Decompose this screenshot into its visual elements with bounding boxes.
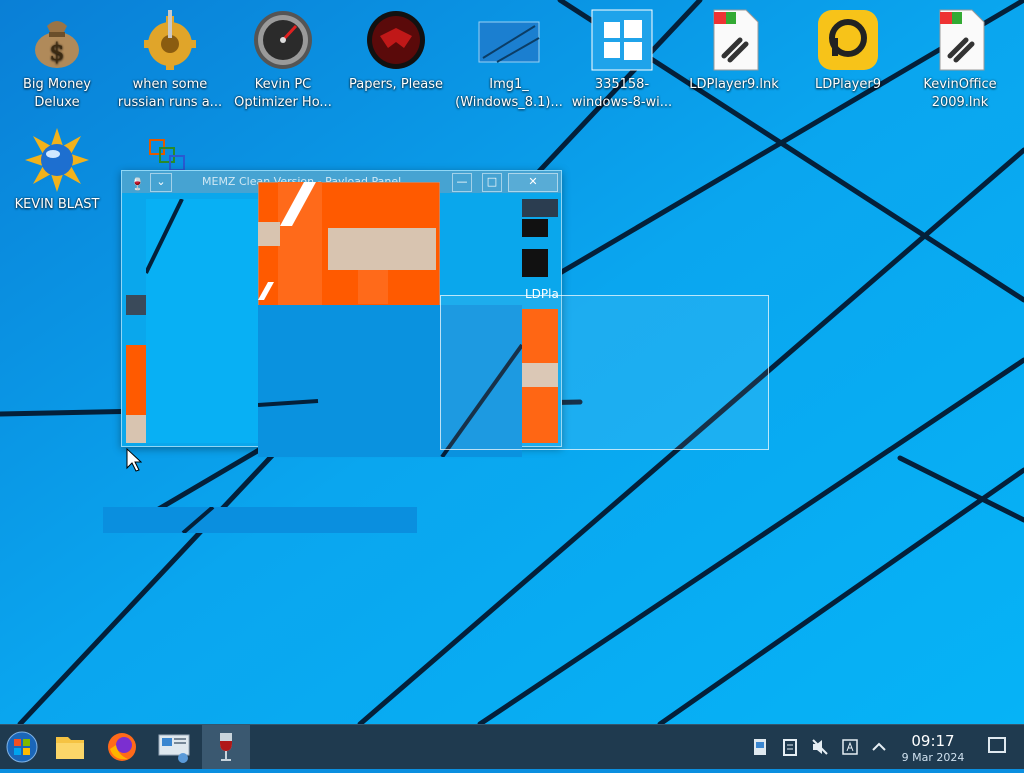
desktop-icon-papers-please[interactable]: Papers, Please: [340, 8, 452, 94]
clipboard-icon[interactable]: [780, 737, 800, 757]
emblem-icon: [364, 8, 428, 72]
partial-desktop-icon[interactable]: [148, 138, 188, 174]
tray-app-icon[interactable]: [750, 737, 770, 757]
desktop[interactable]: $ Big Money Deluxe when some russian run…: [0, 0, 1024, 724]
icon-label: russian runs a...: [117, 95, 223, 110]
remote-desktop-icon: [158, 734, 190, 763]
gear-icon: [138, 8, 202, 72]
ldplayer-icon: [816, 8, 880, 72]
wine-glass-icon: [220, 733, 232, 761]
window-menu-button[interactable]: ⌄: [150, 173, 172, 192]
windows-logo-icon: [590, 8, 654, 72]
desktop-icon-kevin-pc-optimizer[interactable]: Kevin PC Optimizer Ho...: [227, 8, 339, 112]
desktop-icon-russian-runs[interactable]: when some russian runs a...: [114, 8, 226, 112]
icon-label: KevinOffice: [923, 77, 997, 92]
shortcut-file-icon: [928, 8, 992, 72]
minimize-button[interactable]: —: [452, 173, 472, 192]
start-button[interactable]: [0, 725, 48, 769]
taskbar-firefox[interactable]: [98, 725, 146, 769]
desktop-icon-big-money-deluxe[interactable]: $ Big Money Deluxe: [1, 8, 113, 112]
icon-label: Papers, Please: [348, 77, 444, 92]
icon-label: LDPlayer9.lnk: [689, 77, 779, 92]
desktop-icon-ldplayer9-lnk[interactable]: LDPlayer9.lnk: [678, 8, 790, 94]
taskbar-file-explorer[interactable]: [46, 725, 94, 769]
taskbar-wine-app[interactable]: [202, 725, 250, 769]
keyboard-layout-icon[interactable]: [840, 737, 860, 757]
clock-time[interactable]: 09:17: [900, 732, 966, 750]
desktop-icon-kevinoffice[interactable]: KevinOffice 2009.lnk: [904, 8, 1016, 112]
firefox-icon: [108, 733, 136, 761]
maximize-button[interactable]: □: [482, 173, 502, 192]
icon-label: Optimizer Ho...: [234, 95, 332, 110]
file-explorer-icon: [56, 737, 84, 759]
svg-text:$: $: [49, 38, 64, 66]
glitch-diagonal: [146, 199, 258, 443]
start-orb-icon: [6, 731, 38, 763]
glitch-orange-tile: [258, 182, 440, 306]
glitch-left-column: [126, 199, 146, 443]
close-button[interactable]: ✕: [508, 173, 558, 192]
image-file-icon: [477, 8, 541, 72]
icon-label: Deluxe: [34, 95, 80, 110]
desktop-icon-ldplayer9[interactable]: LDPlayer9: [792, 8, 904, 94]
desktop-icon-kevin-blast[interactable]: KEVIN BLAST: [1, 128, 113, 214]
show-desktop-button[interactable]: [988, 737, 1006, 753]
volume-muted-icon[interactable]: [810, 737, 830, 757]
icon-label: Big Money: [22, 77, 91, 92]
mouse-cursor-icon: [126, 448, 142, 472]
money-bag-icon: $: [25, 8, 89, 72]
sun-globe-icon: [25, 128, 89, 192]
icon-label: 335158-: [594, 77, 650, 92]
shortcut-file-icon: [702, 8, 766, 72]
desktop-icon-335158-windows[interactable]: 335158- windows-8-wi...: [566, 8, 678, 112]
speedometer-icon: [251, 8, 315, 72]
clock-date[interactable]: 9 Mar 2024: [894, 751, 972, 764]
chevron-up-icon[interactable]: [869, 737, 889, 757]
icon-label: Kevin PC: [254, 77, 312, 92]
taskbar-remote-desktop[interactable]: [150, 725, 198, 769]
glitch-strip: [103, 505, 417, 535]
icon-label: (Windows_8.1)...: [455, 95, 563, 110]
icon-label: LDPlayer9: [815, 77, 881, 92]
icon-label: 2009.lnk: [931, 95, 989, 110]
desktop-icon-img1[interactable]: Img1_ (Windows_8.1)...: [453, 8, 565, 112]
selection-rectangle: [440, 295, 769, 450]
icon-label: KEVIN BLAST: [14, 197, 100, 212]
icon-label: Img1_: [489, 77, 529, 92]
icon-label: when some: [132, 77, 208, 92]
wine-app-icon: 🍷: [130, 177, 145, 191]
taskbar: 09:17 9 Mar 2024: [0, 724, 1024, 769]
icon-label: windows-8-wi...: [571, 95, 673, 110]
